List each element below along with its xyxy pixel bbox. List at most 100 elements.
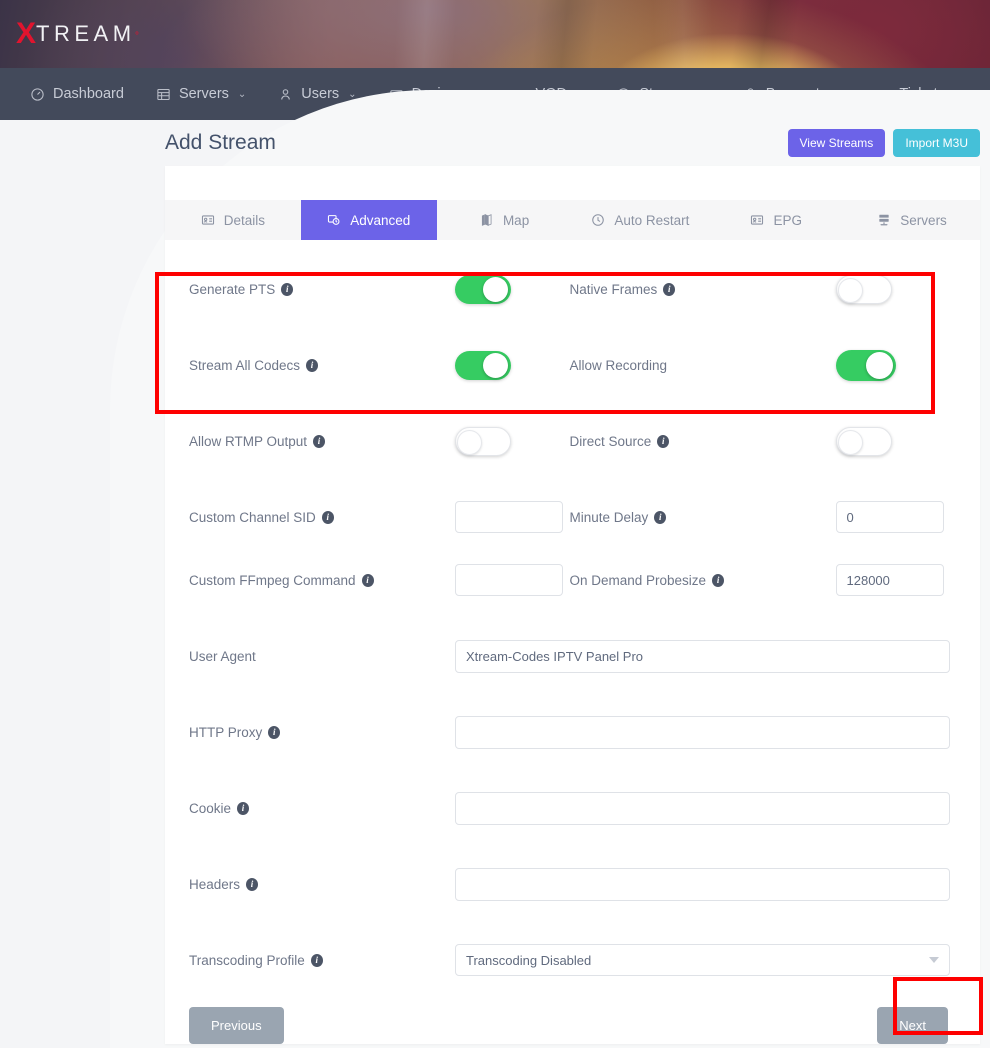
field-custom-channel-sid: Custom Channel SID i (189, 501, 570, 533)
info-icon[interactable]: i (313, 435, 325, 448)
label-text: Stream All Codecs (189, 358, 300, 373)
minute-delay-input[interactable] (836, 501, 944, 533)
toggle-knob (866, 352, 893, 379)
map-icon (480, 213, 494, 227)
tab-map[interactable]: Map (437, 200, 573, 240)
direct-source-toggle[interactable] (836, 427, 892, 456)
view-streams-button[interactable]: View Streams (788, 129, 886, 157)
generate-pts-toggle[interactable] (455, 275, 511, 304)
info-icon[interactable]: i (237, 802, 249, 815)
field-on-demand-probesize: On Demand Probesize i (570, 564, 951, 596)
tab-epg[interactable]: EPG (708, 200, 844, 240)
label-text: Transcoding Profile (189, 953, 305, 968)
transcoding-profile-select[interactable] (455, 944, 950, 976)
info-icon[interactable]: i (281, 283, 293, 296)
label-text: On Demand Probesize (570, 573, 707, 588)
page-content: Add Stream View Streams Import M3U Detai… (0, 120, 990, 1044)
label-text: Native Frames (570, 282, 658, 297)
transcoding-profile-select-wrap (455, 944, 950, 976)
import-m3u-button[interactable]: Import M3U (893, 129, 980, 157)
logo-superscript: º (136, 30, 139, 39)
next-button[interactable]: Next (877, 1007, 948, 1044)
spacer (189, 542, 950, 555)
dashboard-icon (30, 87, 45, 102)
field-allow-recording: Allow Recording (570, 350, 951, 381)
form-row-rtmp: Allow RTMP Output i Direct Source i (189, 416, 950, 466)
minute-delay-label: Minute Delay i (570, 510, 836, 525)
tab-label: Auto Restart (614, 213, 689, 228)
spacer (189, 466, 950, 492)
details-card-icon (201, 213, 215, 227)
spacer (189, 390, 950, 416)
tab-details[interactable]: Details (165, 200, 301, 240)
custom-channel-sid-input[interactable] (455, 501, 563, 533)
toggle-knob (483, 277, 508, 302)
tab-label: EPG (773, 213, 802, 228)
server-rack-icon (877, 213, 891, 227)
clock-icon (591, 213, 605, 227)
http-proxy-input[interactable] (455, 716, 950, 749)
previous-button[interactable]: Previous (189, 1007, 284, 1044)
allow-recording-toggle[interactable] (836, 350, 896, 381)
custom-ffmpeg-command-label: Custom FFmpeg Command i (189, 573, 455, 588)
allow-rtmp-output-toggle[interactable] (455, 427, 511, 456)
field-generate-pts: Generate PTS i (189, 275, 570, 304)
info-icon[interactable]: i (362, 574, 374, 587)
field-native-frames: Native Frames i (570, 275, 951, 304)
spacer (189, 909, 950, 935)
form-row-pts: Generate PTS i Native Frames i (189, 264, 950, 314)
stream-all-codecs-toggle[interactable] (455, 351, 511, 380)
page-body: Add Stream View Streams Import M3U Detai… (0, 120, 990, 1048)
label-text: Generate PTS (189, 282, 275, 297)
user-icon (278, 87, 293, 102)
info-icon[interactable]: i (712, 574, 724, 587)
headers-input[interactable] (455, 868, 950, 901)
page-title: Add Stream (165, 131, 276, 155)
user-agent-input[interactable] (455, 640, 950, 673)
nav-item-servers[interactable]: Servers ⌄ (140, 68, 262, 120)
toggle-knob (483, 353, 508, 378)
label-text: Allow RTMP Output (189, 434, 307, 449)
label-text: User Agent (189, 649, 256, 664)
custom-ffmpeg-command-input[interactable] (455, 564, 563, 596)
info-icon[interactable]: i (311, 954, 323, 967)
info-icon[interactable]: i (657, 435, 669, 448)
http-proxy-label: HTTP Proxy i (189, 725, 455, 740)
info-icon[interactable]: i (663, 283, 675, 296)
tab-advanced[interactable]: Advanced (301, 200, 437, 240)
nav-label: Users (301, 86, 339, 102)
xtream-logo[interactable]: X TREAM º (16, 19, 138, 49)
user-agent-label: User Agent (189, 649, 455, 664)
direct-source-label: Direct Source i (570, 434, 836, 449)
label-text: Custom Channel SID (189, 510, 316, 525)
form-row-codecs: Stream All Codecs i Allow Recording (189, 340, 950, 390)
page-header: Add Stream View Streams Import M3U (165, 120, 990, 166)
tab-servers[interactable]: Servers (844, 200, 980, 240)
field-stream-all-codecs: Stream All Codecs i (189, 351, 570, 380)
tab-label: Map (503, 213, 529, 228)
on-demand-probesize-input[interactable] (836, 564, 944, 596)
info-icon[interactable]: i (306, 359, 318, 372)
info-icon[interactable]: i (654, 511, 666, 524)
cookie-input[interactable] (455, 792, 950, 825)
label-text: Cookie (189, 801, 231, 816)
cookie-label: Cookie i (189, 801, 455, 816)
spacer (189, 833, 950, 859)
tab-auto-restart[interactable]: Auto Restart (572, 200, 708, 240)
spacer (189, 605, 950, 631)
label-text: Allow Recording (570, 358, 668, 373)
native-frames-toggle[interactable] (836, 275, 892, 304)
form-row-http-proxy: HTTP Proxy i (189, 707, 950, 757)
advanced-gear-icon (327, 213, 341, 227)
tab-label: Servers (900, 213, 947, 228)
toggle-knob (457, 430, 482, 455)
on-demand-probesize-label: On Demand Probesize i (570, 573, 836, 588)
info-icon[interactable]: i (322, 511, 334, 524)
form-row-sid: Custom Channel SID i Minute Delay i (189, 492, 950, 542)
headers-label: Headers i (189, 877, 455, 892)
chevron-down-icon: ⌄ (238, 89, 246, 100)
info-icon[interactable]: i (246, 878, 258, 891)
info-icon[interactable]: i (268, 726, 280, 739)
nav-item-dashboard[interactable]: Dashboard (14, 68, 140, 120)
logo-wordmark: TREAM (36, 23, 136, 45)
